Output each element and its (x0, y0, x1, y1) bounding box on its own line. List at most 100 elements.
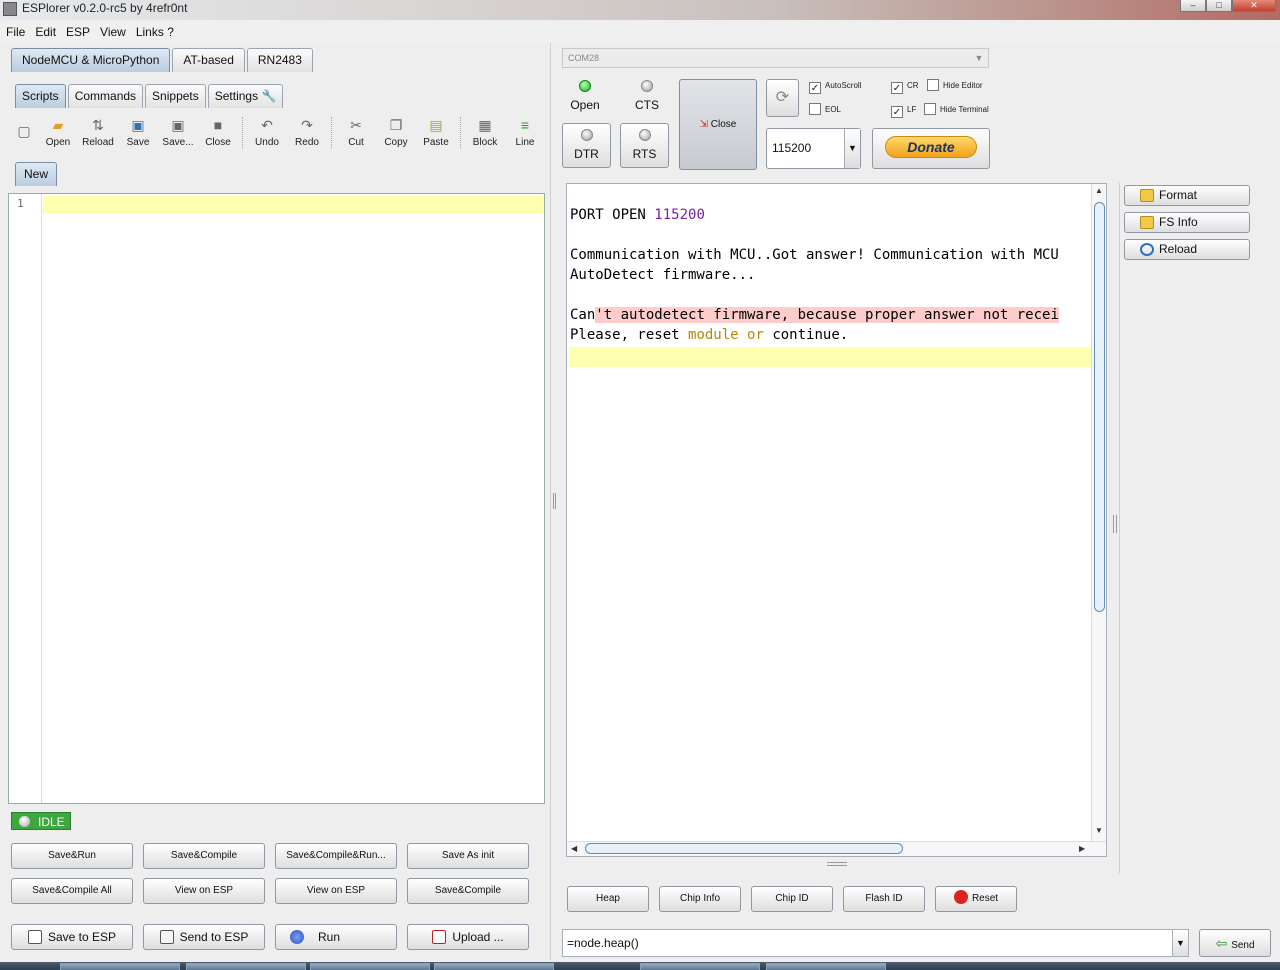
command-history-dropdown[interactable]: ▼ (1172, 929, 1189, 957)
taskbar-item[interactable] (186, 963, 306, 970)
autoscroll-label: AutoScroll (825, 81, 862, 90)
hide-terminal-checkbox[interactable]: Hide Terminal (924, 103, 989, 117)
save-label: Save (126, 137, 150, 148)
save-compile-button-2[interactable]: Save&Compile (407, 878, 529, 904)
menu-file[interactable]: File (6, 25, 25, 39)
taskbar-item[interactable] (60, 963, 180, 970)
flash-id-button[interactable]: Flash ID (843, 886, 925, 912)
save-compile-all-button[interactable]: Save&Compile All (11, 878, 133, 904)
vertical-scroll-thumb[interactable] (1094, 202, 1105, 612)
tab-commands[interactable]: Commands (67, 84, 144, 108)
run-button[interactable]: Run (275, 924, 397, 950)
menu-esp[interactable]: ESP (66, 25, 90, 39)
reload-button[interactable]: ⇅ Reload (78, 113, 118, 153)
check-icon: ✓ (809, 82, 821, 94)
taskbar-item[interactable] (310, 963, 430, 970)
chip-info-button[interactable]: Chip Info (659, 886, 741, 912)
menu-view[interactable]: View (100, 25, 126, 39)
tab-nodemcu[interactable]: NodeMCU & MicroPython (11, 48, 171, 72)
block-button[interactable]: ▦ Block (465, 113, 505, 153)
taskbar-item[interactable] (766, 963, 886, 970)
file-tab-new[interactable]: New (15, 162, 58, 186)
menu-edit[interactable]: Edit (35, 25, 56, 39)
view-on-esp-button-2[interactable]: View on ESP (275, 878, 397, 904)
pane-splitter[interactable] (551, 43, 559, 960)
scroll-right-icon[interactable]: ▶ (1079, 844, 1085, 853)
scroll-down-icon[interactable]: ▼ (1095, 826, 1103, 835)
scroll-left-icon[interactable]: ◀ (571, 844, 577, 853)
paste-button[interactable]: ▤ Paste (416, 113, 456, 153)
upload-button[interactable]: Upload ... (407, 924, 529, 950)
open-button[interactable]: ▰ Open (38, 113, 78, 153)
terminal-horizontal-scrollbar[interactable]: ◀ ▶ (567, 841, 1106, 856)
close-port-button[interactable]: ⇲ Close (679, 79, 757, 170)
menu-links[interactable]: Links ? (136, 25, 174, 39)
tab-at-based[interactable]: AT-based (172, 48, 245, 72)
tab-scripts[interactable]: Scripts (15, 84, 66, 108)
tab-rn2483[interactable]: RN2483 (246, 48, 313, 72)
status-badge: IDLE (11, 812, 71, 830)
send-to-esp-button[interactable]: Send to ESP (143, 924, 265, 950)
terminal-vertical-scrollbar[interactable]: ▲ ▼ (1091, 184, 1106, 842)
close-file-label: Close (205, 137, 231, 148)
copy-button[interactable]: ❐ Copy (376, 113, 416, 153)
taskbar-item[interactable] (434, 963, 554, 970)
heap-button[interactable]: Heap (567, 886, 649, 912)
side-splitter-grip[interactable] (1113, 515, 1117, 533)
cut-button[interactable]: ✂ Cut (336, 113, 376, 153)
os-taskbar (0, 962, 1280, 970)
format-button[interactable]: Format (1124, 185, 1250, 206)
rts-button[interactable]: RTS (620, 123, 669, 168)
fs-info-button[interactable]: FS Info (1124, 212, 1250, 233)
cts-label: CTS (635, 98, 659, 112)
save-compile-button[interactable]: Save&Compile (143, 843, 265, 869)
reload-files-button[interactable]: Reload (1124, 239, 1250, 260)
terminal-output[interactable]: PORT OPEN 115200 Communication with MCU.… (566, 183, 1107, 857)
close-file-button[interactable]: ■ Close (198, 113, 238, 153)
app-icon (3, 2, 17, 16)
send-button[interactable]: ⇦ Send (1199, 929, 1271, 957)
save-compile-run-button[interactable]: Save&Compile&Run... (275, 843, 397, 869)
command-input[interactable]: =node.heap() (562, 929, 1173, 957)
tab-settings[interactable]: Settings 🔧 (207, 84, 284, 108)
rts-led-icon (638, 129, 651, 141)
donate-button[interactable]: Donate (872, 128, 990, 169)
current-line-highlight (43, 196, 543, 213)
view-on-esp-button[interactable]: View on ESP (143, 878, 265, 904)
line-button[interactable]: ≡ Line (505, 113, 545, 153)
scroll-up-icon[interactable]: ▲ (1095, 186, 1103, 195)
code-editor[interactable]: 1 (8, 193, 545, 804)
chevron-down-icon: ▼ (844, 129, 860, 168)
maximize-icon[interactable]: □ (1206, 0, 1232, 12)
terminal-splitter-grip[interactable] (827, 862, 847, 866)
redo-button[interactable]: ↷ Redo (287, 113, 327, 153)
refresh-ports-button[interactable]: ⟳ (766, 79, 799, 117)
save-as-init-button[interactable]: Save As init (407, 843, 529, 869)
new-file-button[interactable]: ▢ (10, 113, 38, 153)
close-window-icon[interactable]: ✕ (1232, 0, 1276, 12)
reset-button[interactable]: Reset (935, 886, 1017, 912)
taskbar-item[interactable] (640, 963, 760, 970)
dtr-button[interactable]: DTR (562, 123, 611, 168)
baud-value: 115200 (772, 141, 812, 155)
undo-button[interactable]: ↶ Undo (247, 113, 287, 153)
chip-id-button[interactable]: Chip ID (751, 886, 833, 912)
hide-editor-checkbox[interactable]: Hide Editor (927, 79, 983, 93)
save-run-button[interactable]: Save&Run (11, 843, 133, 869)
minimize-icon[interactable]: – (1180, 0, 1206, 12)
baud-select[interactable]: 115200 ▼ (766, 128, 861, 169)
lf-checkbox[interactable]: ✓ LF (891, 103, 916, 118)
cr-checkbox[interactable]: ✓ CR (891, 79, 919, 94)
open-port-button[interactable]: Open (562, 80, 608, 112)
power-icon (953, 890, 968, 904)
save-as-button[interactable]: ▣ Save... (158, 113, 198, 153)
eol-checkbox[interactable]: EOL (809, 103, 841, 117)
tab-snippets[interactable]: Snippets (145, 84, 206, 108)
horizontal-scroll-thumb[interactable] (585, 843, 903, 854)
checkbox-empty-icon (927, 79, 939, 91)
autoscroll-checkbox[interactable]: ✓ AutoScroll (809, 79, 861, 94)
save-button[interactable]: ▣ Save (118, 113, 158, 153)
new-file-icon: ▢ (17, 123, 31, 139)
port-combo[interactable]: COM28 ▼ (562, 48, 989, 68)
save-to-esp-button[interactable]: Save to ESP (11, 924, 133, 950)
